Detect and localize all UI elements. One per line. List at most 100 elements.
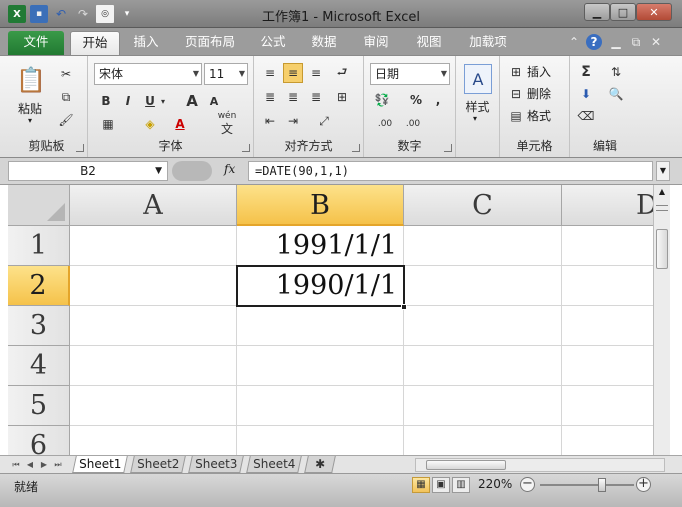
fill-icon[interactable]: ⬇	[576, 84, 596, 104]
tab-addins[interactable]: 加载项	[462, 31, 514, 55]
column-header-c[interactable]: C	[404, 185, 562, 226]
horizontal-scrollbar[interactable]	[415, 458, 665, 472]
cell-c5[interactable]	[404, 386, 562, 426]
underline-dropdown-icon[interactable]: ▾	[158, 91, 168, 111]
insert-cells-label[interactable]: 插入	[527, 63, 551, 80]
align-left-icon[interactable]: ≣	[260, 87, 280, 107]
font-size-combo[interactable]: 11 ▼	[204, 63, 248, 85]
cell-d1[interactable]	[562, 226, 653, 266]
tab-view[interactable]: 视图	[410, 31, 448, 55]
worksheet-grid[interactable]: A B C D 1 2 3 4 5 6 1991/1/1 1990/1/1	[8, 185, 653, 455]
insert-sheet-icon[interactable]: ✱	[304, 456, 336, 473]
fill-color-icon[interactable]: ◈	[140, 114, 160, 134]
select-all-button[interactable]	[8, 185, 70, 226]
tab-home[interactable]: 开始	[70, 31, 120, 55]
accounting-format-icon[interactable]: 💱	[372, 90, 392, 110]
wrap-text-icon[interactable]: ⮐	[332, 63, 352, 83]
align-top-icon[interactable]: ≡	[260, 63, 280, 83]
percent-button[interactable]: %	[406, 90, 426, 110]
font-name-combo[interactable]: 宋体 ▼	[94, 63, 202, 85]
paste-icon[interactable]: 📋	[14, 62, 48, 98]
last-sheet-icon[interactable]: ⏭	[52, 458, 64, 471]
delete-cells-icon[interactable]: ⊟	[506, 84, 526, 104]
increase-indent-icon[interactable]: ⇥	[283, 111, 303, 131]
formula-splitter[interactable]	[172, 161, 212, 181]
column-header-d[interactable]: D	[562, 185, 653, 226]
vertical-scrollbar[interactable]: ▲	[653, 185, 670, 455]
bold-button[interactable]: B	[96, 91, 116, 111]
cell-b5[interactable]	[237, 386, 404, 426]
workbook-minimize-icon[interactable]: ▁	[608, 34, 624, 50]
column-header-a[interactable]: A	[70, 185, 237, 226]
styles-icon[interactable]: A	[464, 64, 492, 94]
paste-label[interactable]: 粘贴	[18, 100, 42, 117]
cell-d6[interactable]	[562, 426, 653, 455]
row-header-2[interactable]: 2	[8, 266, 70, 306]
insert-function-icon[interactable]: fx	[224, 162, 235, 176]
number-format-combo[interactable]: 日期 ▼	[370, 63, 450, 85]
decrease-indent-icon[interactable]: ⇤	[260, 111, 280, 131]
styles-dropdown-icon[interactable]: ▾	[473, 114, 477, 123]
cell-c3[interactable]	[404, 306, 562, 346]
help-icon[interactable]: ?	[586, 34, 602, 50]
expand-formula-bar-icon[interactable]: ▼	[656, 161, 670, 181]
copy-icon[interactable]: ⧉	[56, 87, 76, 107]
workbook-restore-icon[interactable]: ⧉	[628, 34, 644, 50]
comma-button[interactable]: ,	[428, 90, 448, 110]
zoom-slider-thumb[interactable]	[598, 478, 606, 492]
split-box[interactable]	[656, 205, 668, 211]
cell-a1[interactable]	[70, 226, 237, 266]
clear-icon[interactable]: ⌫	[576, 106, 596, 126]
cell-a5[interactable]	[70, 386, 237, 426]
maximize-button[interactable]: □	[610, 3, 636, 21]
workbook-close-icon[interactable]: ✕	[648, 34, 664, 50]
horizontal-scroll-thumb[interactable]	[426, 460, 506, 470]
zoom-level[interactable]: 220%	[478, 477, 512, 491]
fill-handle[interactable]	[401, 304, 407, 310]
phonetic-guide-icon[interactable]: 文	[214, 121, 240, 136]
sheet-tab-3[interactable]: Sheet3	[188, 456, 244, 473]
row-header-4[interactable]: 4	[8, 346, 70, 386]
minimize-button[interactable]: ▁	[584, 3, 610, 21]
cell-d5[interactable]	[562, 386, 653, 426]
cell-c1[interactable]	[404, 226, 562, 266]
row-header-5[interactable]: 5	[8, 386, 70, 426]
cell-a6[interactable]	[70, 426, 237, 455]
cell-b3[interactable]	[237, 306, 404, 346]
page-break-preview-icon[interactable]: ▥	[452, 477, 470, 493]
merge-center-icon[interactable]: ⊞	[332, 87, 352, 107]
italic-button[interactable]: I	[118, 91, 138, 111]
format-cells-icon[interactable]: ▤	[506, 106, 526, 126]
increase-decimal-button[interactable]: .00	[372, 114, 398, 134]
cell-a3[interactable]	[70, 306, 237, 346]
name-box[interactable]: B2 ▼	[8, 161, 168, 181]
format-cells-label[interactable]: 格式	[527, 107, 551, 124]
cell-b6[interactable]	[237, 426, 404, 455]
zoom-in-button[interactable]: +	[636, 477, 651, 492]
shrink-font-button[interactable]: A	[204, 91, 224, 111]
underline-button[interactable]: U	[140, 91, 160, 111]
normal-view-icon[interactable]: ▦	[412, 477, 430, 493]
row-header-6[interactable]: 6	[8, 426, 70, 455]
styles-group-label[interactable]: 样式	[456, 98, 499, 115]
cell-a2[interactable]	[70, 266, 237, 306]
row-header-3[interactable]: 3	[8, 306, 70, 346]
alignment-launcher[interactable]	[352, 144, 360, 152]
clipboard-launcher[interactable]	[76, 144, 84, 152]
orientation-icon[interactable]: ⤢	[314, 111, 334, 131]
align-right-icon[interactable]: ≣	[306, 87, 326, 107]
cell-d2[interactable]	[562, 266, 653, 306]
tab-formulas[interactable]: 公式	[254, 31, 292, 55]
minimize-ribbon-icon[interactable]: ⌃	[566, 34, 582, 50]
formula-input[interactable]: =DATE(90,1,1)	[248, 161, 653, 181]
format-painter-icon[interactable]: 🖌	[56, 110, 76, 130]
delete-cells-label[interactable]: 删除	[527, 85, 551, 102]
tab-review[interactable]: 审阅	[357, 31, 395, 55]
cut-icon[interactable]: ✂	[56, 64, 76, 84]
page-layout-view-icon[interactable]: ▣	[432, 477, 450, 493]
tab-data[interactable]: 数据	[305, 31, 343, 55]
cell-d3[interactable]	[562, 306, 653, 346]
next-sheet-icon[interactable]: ▶	[38, 458, 50, 471]
paste-dropdown-icon[interactable]: ▾	[28, 116, 32, 125]
font-color-button[interactable]: A	[170, 114, 190, 134]
